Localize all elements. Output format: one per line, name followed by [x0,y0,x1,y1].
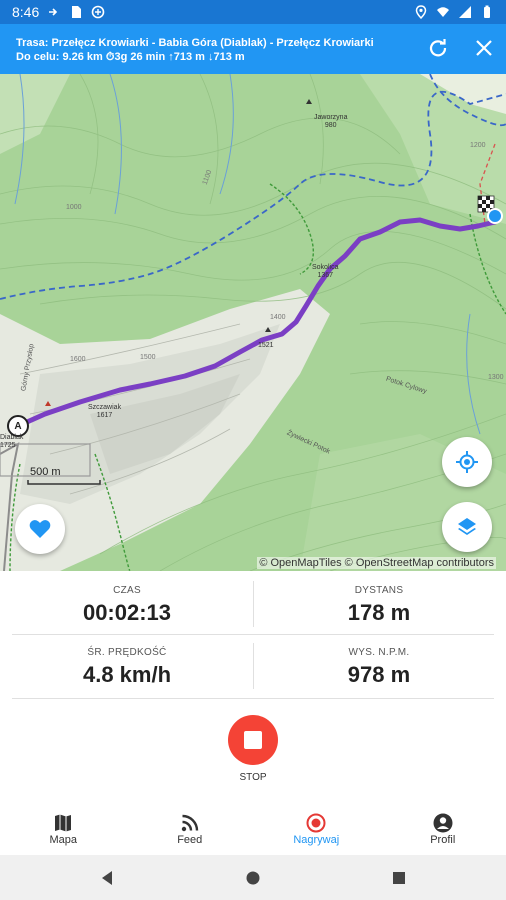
stat-time: CZAS 00:02:13 [6,585,248,626]
peak-name: Szczawiak [88,404,122,411]
peak-elevation: 1367 [317,272,334,279]
data-saver-icon [91,5,105,19]
peak-elevation: 1521 [258,342,274,349]
recording-stats: CZAS 00:02:13 DYSTANS 178 m ŚR. PRĘDKOŚĆ… [0,571,506,699]
refresh-button[interactable] [426,36,450,60]
peak-name: Sokolica [312,264,339,271]
current-location-dot [487,208,503,224]
map-canvas [0,74,506,571]
peak-label-jaworzyna: Jaworzyna 980 [314,114,347,130]
stop-button[interactable] [228,715,278,765]
recents-icon[interactable] [391,870,407,886]
peak-label-diablak: Diablak 1725 [0,434,23,450]
stop-label: STOP [239,772,267,783]
nav-item-mapa[interactable]: Mapa [0,803,127,855]
rss-icon [181,814,198,832]
peak-elevation: 1725 [0,442,16,449]
nav-item-profil[interactable]: Profil [380,803,506,855]
divider [253,643,254,689]
close-icon [476,40,492,56]
nav-label: Mapa [49,834,78,846]
stop-area: STOP [0,699,506,803]
contour-label: 1200 [470,142,486,149]
route-header: Trasa: Przełęcz Krowiarki - Babia Góra (… [0,24,506,74]
system-navigation-bar [0,855,506,900]
stat-value: 4.8 km/h [82,662,172,687]
refresh-icon [429,39,447,57]
stat-label: DYSTANS [354,585,404,596]
peak-label-sokolica: Sokolica 1367 [312,264,338,280]
heart-icon [29,520,51,538]
location-pin-icon [415,5,427,19]
nav-label: Nagrywaj [293,834,340,846]
gps-fixed-icon [456,451,478,473]
status-time: 8:46 [12,4,40,20]
stat-label: CZAS [113,585,141,596]
contour-label: 1000 [66,204,82,211]
stop-icon [244,731,262,749]
map-view[interactable]: Jaworzyna 980 Sokolica 1367 1521 Szczawi… [0,74,506,571]
map-attribution[interactable]: © OpenMapTiles © OpenStreetMap contribut… [257,557,496,569]
route-title: Trasa: Przełęcz Krowiarki - Babia Góra (… [16,37,374,49]
signal-icon [459,6,471,18]
peak-name: Diablak [0,434,24,441]
contour-label: 1600 [70,356,86,363]
battery-icon [484,5,490,18]
route-summary: Do celu: 9.26 km ⏱3g 26 min ↑713 m ↓713 … [16,51,245,63]
nav-label: Feed [177,834,203,846]
peak-label-szczawiak: Szczawiak 1617 [88,404,121,420]
divider [253,581,254,627]
layers-icon [458,518,476,535]
stat-elevation: WYS. N.P.M. 978 m [258,647,500,688]
map-scale: 500 m [30,466,61,478]
my-location-button[interactable] [442,437,492,487]
stat-value: 178 m [347,600,411,625]
stat-label: ŚR. PRĘDKOŚĆ [87,647,167,658]
record-icon [306,813,326,833]
back-icon[interactable] [99,870,115,886]
divider [12,634,494,635]
bottom-navigation: Mapa Feed Nagrywaj Profil [0,803,506,855]
map-layers-button[interactable] [442,502,492,552]
stat-label: WYS. N.P.M. [348,647,410,658]
peak-label-kepa: 1521 [258,342,274,350]
account-icon [433,813,453,833]
nav-item-nagrywaj[interactable]: Nagrywaj [253,803,380,855]
contour-label: 1400 [270,314,286,321]
stat-distance: DYSTANS 178 m [258,585,500,626]
peak-elevation: 1617 [96,412,113,419]
stat-avg-speed: ŚR. PRĘDKOŚĆ 4.8 km/h [6,647,248,688]
home-icon[interactable] [245,870,261,886]
stat-value: 978 m [347,662,411,687]
close-button[interactable] [472,36,496,60]
nav-label: Profil [430,834,456,846]
nav-item-feed[interactable]: Feed [127,803,254,855]
start-marker-label: A [14,421,22,432]
contour-label: 1500 [140,354,156,361]
status-bar: 8:46 [0,0,506,24]
call-forward-icon [49,8,58,16]
contour-label: 1300 [488,374,504,381]
wifi-icon [437,7,449,17]
peak-name: Jaworzyna [314,114,348,121]
stat-value: 00:02:13 [82,600,172,625]
map-icon [55,814,72,832]
favorite-button[interactable] [15,504,65,554]
sim-card-icon [72,6,82,18]
peak-elevation: 980 [324,122,337,129]
